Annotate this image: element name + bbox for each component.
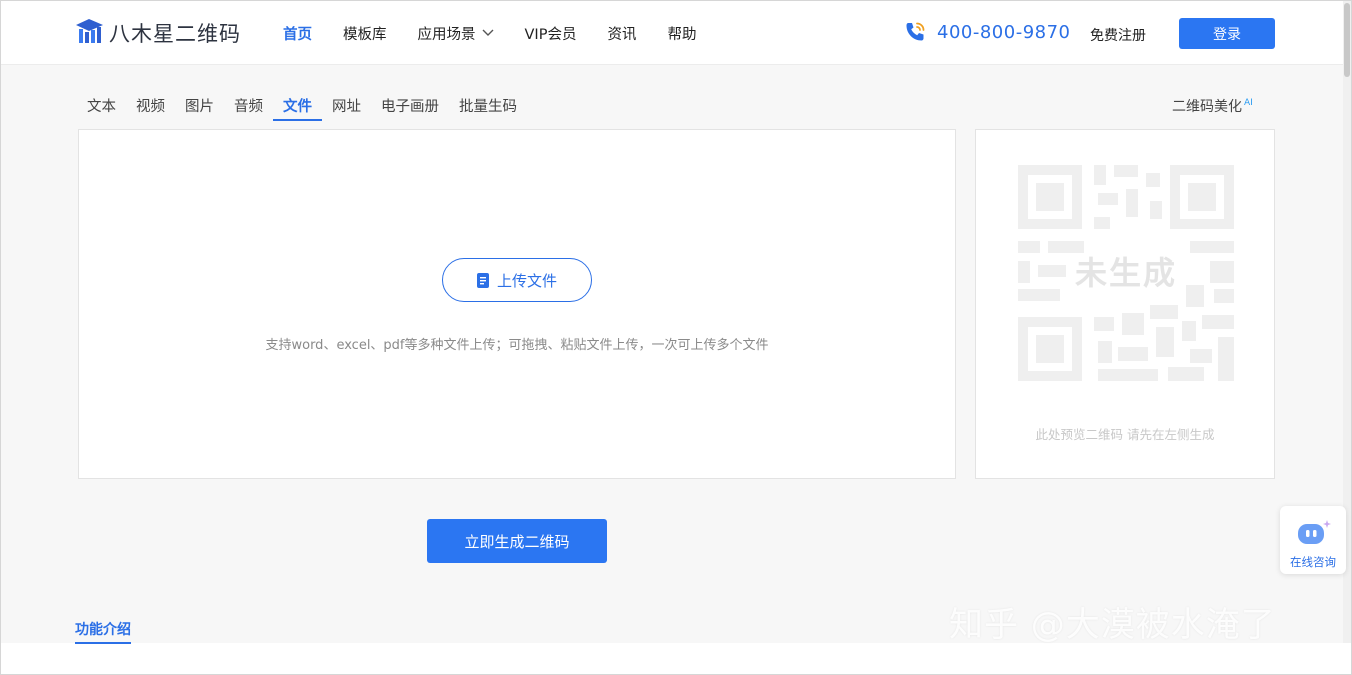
bottom-section	[1, 643, 1351, 674]
tab-text[interactable]: 文本	[77, 87, 126, 121]
upload-file-button[interactable]: 上传文件	[442, 258, 592, 302]
watermark-text: 知乎 @大漠被水淹了	[949, 605, 1276, 645]
feature-intro-tab[interactable]: 功能介绍	[75, 619, 131, 644]
nav-label: VIP会员	[524, 26, 577, 43]
qr-placeholder: 未生成	[1018, 165, 1234, 381]
tab-url[interactable]: 网址	[322, 87, 371, 121]
main-nav: 首页 模板库 应用场景 VIP会员 资讯 帮助	[283, 1, 727, 65]
ai-badge: AI	[1244, 98, 1253, 109]
document-icon	[476, 272, 489, 288]
phone-number: 400-800-9870	[937, 21, 1071, 43]
chat-bot-icon	[1296, 518, 1332, 552]
tab-audio[interactable]: 音频	[224, 87, 273, 121]
qr-preview-panel: 未生成 此处预览二维码 请先在左侧生成	[975, 129, 1275, 479]
tab-image[interactable]: 图片	[175, 87, 224, 121]
tab-file[interactable]: 文件	[273, 87, 322, 121]
nav-label: 首页	[283, 26, 312, 43]
generate-qr-button[interactable]: 立即生成二维码	[427, 519, 607, 563]
app-window: 八木星二维码 首页 模板库 应用场景 VIP会员 资讯 帮助 400-800-9…	[0, 0, 1352, 675]
nav-label: 资讯	[607, 26, 637, 43]
preview-hint: 此处预览二维码 请先在左侧生成	[1035, 427, 1215, 442]
nav-item-news[interactable]: 资讯	[607, 23, 636, 44]
tab-ebook[interactable]: 电子画册	[371, 87, 449, 121]
content-type-tabs: 文本 视频 图片 音频 文件 网址 电子画册 批量生码	[77, 87, 527, 121]
nav-item-vip[interactable]: VIP会员	[525, 23, 577, 44]
upload-hint: 支持word、excel、pdf等多种文件上传；可拖拽、粘贴文件上传，一次可上传…	[265, 338, 769, 353]
upload-panel[interactable]: 上传文件 支持word、excel、pdf等多种文件上传；可拖拽、粘贴文件上传，…	[78, 129, 956, 479]
hat-logo-icon	[75, 17, 105, 49]
qr-beautify-link[interactable]: 二维码美化 AI	[1172, 96, 1253, 116]
login-button[interactable]: 登录	[1179, 18, 1275, 49]
top-header: 八木星二维码 首页 模板库 应用场景 VIP会员 资讯 帮助 400-800-9…	[1, 1, 1351, 65]
beautify-label: 二维码美化	[1172, 99, 1242, 115]
brand-logo[interactable]: 八木星二维码	[75, 18, 241, 48]
qr-status-label: 未生成	[1074, 254, 1177, 292]
scrollbar[interactable]	[1343, 1, 1351, 674]
brand-name: 八木星二维码	[109, 22, 241, 46]
phone-icon	[903, 20, 927, 44]
upload-button-label: 上传文件	[496, 271, 557, 290]
nav-label: 应用场景	[417, 26, 476, 43]
nav-label: 模板库	[343, 26, 387, 43]
online-consult-widget[interactable]: 在线咨询	[1280, 506, 1346, 574]
chevron-down-icon	[482, 29, 494, 37]
nav-item-templates[interactable]: 模板库	[343, 23, 387, 44]
nav-item-scenarios[interactable]: 应用场景	[418, 23, 494, 44]
phone-contact[interactable]: 400-800-9870	[903, 20, 1071, 44]
register-link[interactable]: 免费注册	[1090, 25, 1146, 45]
consult-label: 在线咨询	[1290, 555, 1336, 569]
nav-item-help[interactable]: 帮助	[667, 23, 696, 44]
scrollbar-thumb[interactable]	[1344, 3, 1350, 77]
nav-item-home[interactable]: 首页	[283, 23, 312, 44]
nav-label: 帮助	[667, 26, 697, 43]
tab-batch[interactable]: 批量生码	[449, 87, 527, 121]
tab-video[interactable]: 视频	[126, 87, 175, 121]
